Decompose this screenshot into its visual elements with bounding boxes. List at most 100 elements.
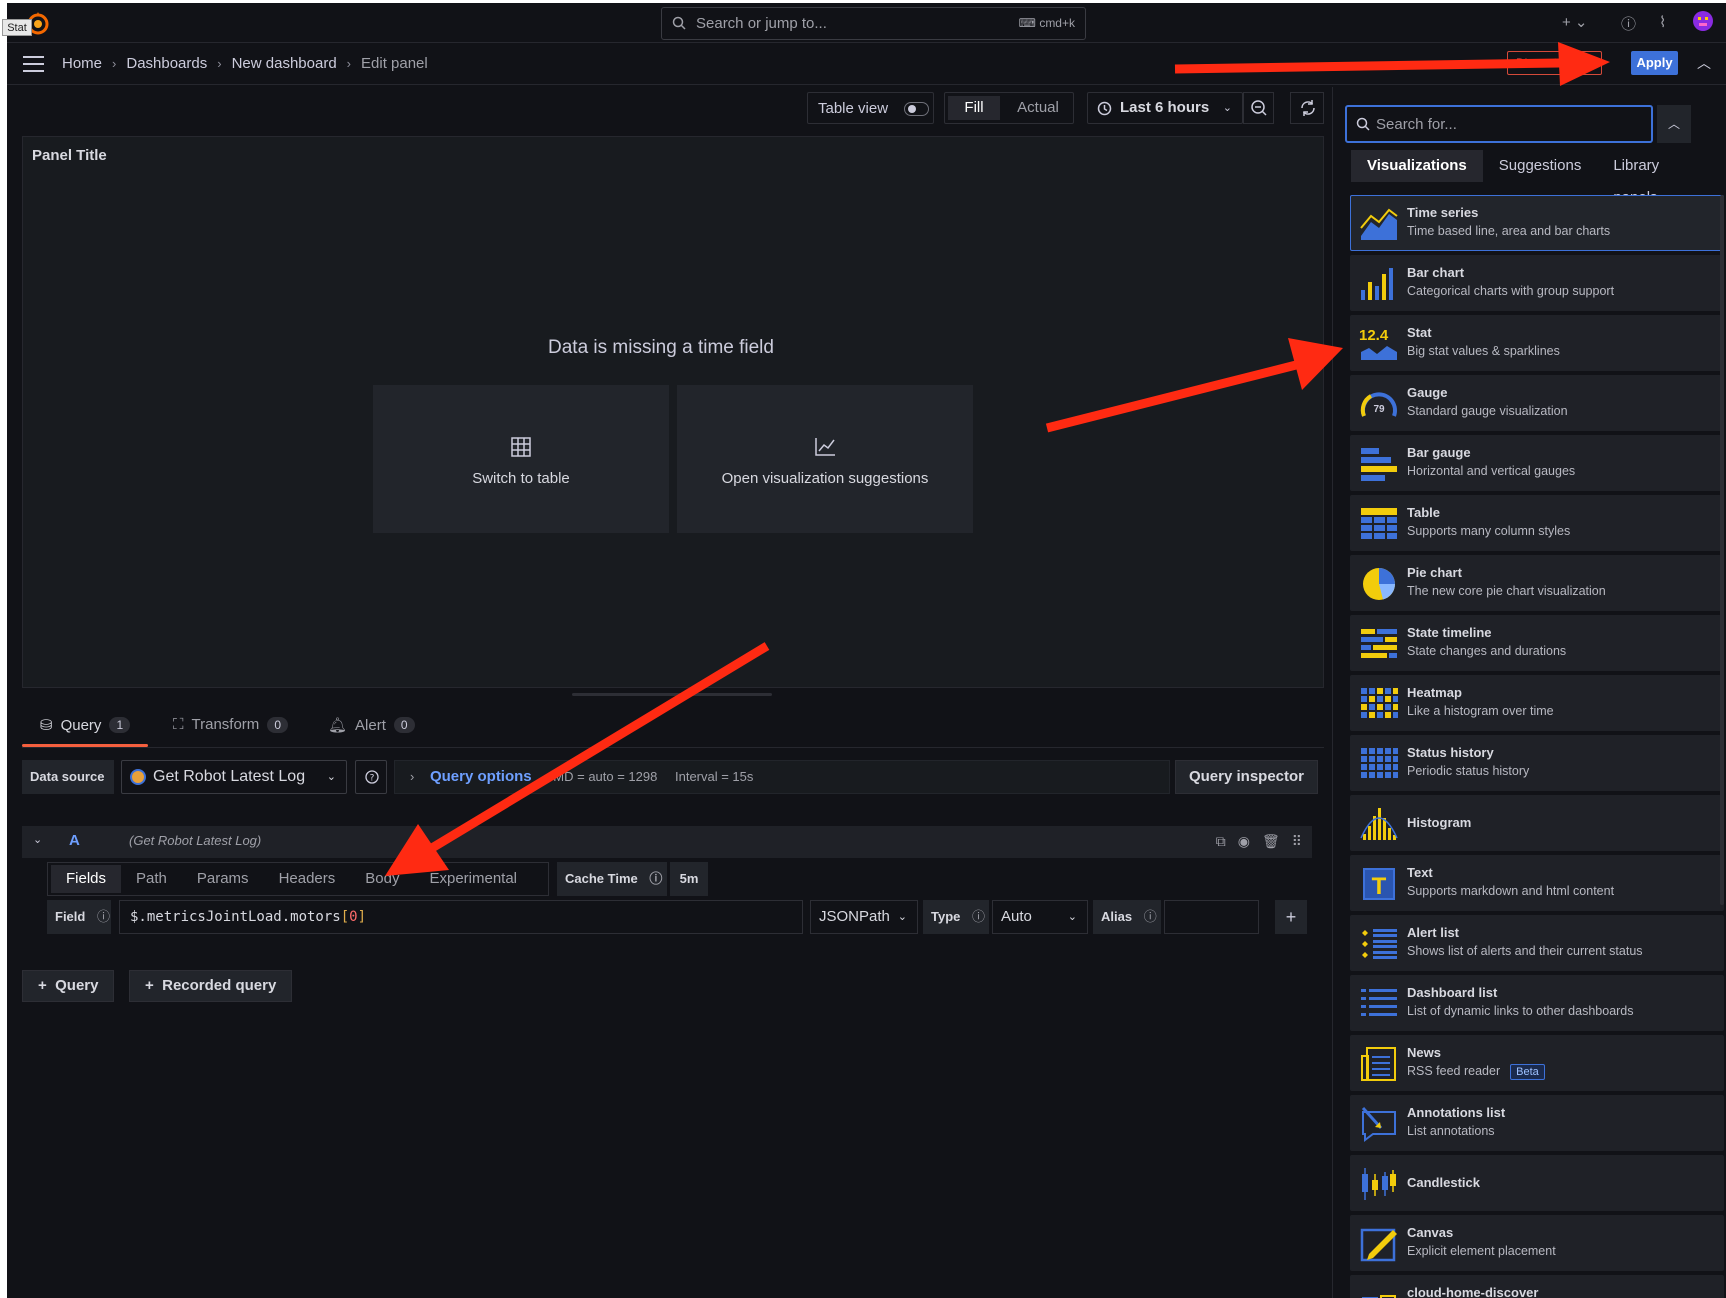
add-field-button[interactable]: +: [1275, 900, 1307, 934]
query-inspector-button[interactable]: Query inspector: [1175, 760, 1318, 794]
viz-item-news[interactable]: News RSS feed reader Beta: [1350, 1035, 1724, 1091]
zoom-out-icon: [1251, 100, 1267, 116]
news-feed-icon[interactable]: ⌇: [1659, 13, 1666, 31]
datasource-help-button[interactable]: ?: [355, 760, 387, 794]
breadcrumb-new-dashboard[interactable]: New dashboard: [232, 55, 337, 72]
subtab-path[interactable]: Path: [121, 865, 182, 893]
viz-item-pie-chart[interactable]: Pie chart The new core pie chart visuali…: [1350, 555, 1724, 611]
alias-label-text: Alias: [1101, 909, 1133, 924]
query-header[interactable]: ⌄ A (Get Robot Latest Log) ⧉ ◉ 🗑︎ ⠿: [22, 826, 1312, 858]
tab-query[interactable]: ⛁ Query 1: [40, 716, 131, 734]
viz-item-desc: RSS feed reader Beta: [1407, 1064, 1545, 1080]
viz-item-desc: Time based line, area and bar charts: [1407, 224, 1611, 238]
viz-item-status-history[interactable]: Status history Periodic status history: [1350, 735, 1724, 791]
recorded-query-label: Recorded query: [162, 977, 277, 994]
viz-item-stat[interactable]: 12.4 Stat Big stat values & sparklines: [1350, 315, 1724, 371]
viz-item-canvas[interactable]: Canvas Explicit element placement: [1350, 1215, 1724, 1271]
subtab-experimental[interactable]: Experimental: [414, 865, 532, 893]
table-view-toggle[interactable]: Table view: [807, 92, 934, 124]
viz-item-name: Table: [1407, 505, 1440, 520]
help-icon[interactable]: ⓘ: [1621, 13, 1636, 34]
eye-icon[interactable]: ◉: [1238, 833, 1250, 850]
datasource-value: Get Robot Latest Log: [153, 768, 306, 785]
chevron-up-icon[interactable]: ︿: [1697, 53, 1711, 73]
fill-option[interactable]: Fill: [948, 96, 1000, 120]
subtab-fields[interactable]: Fields: [51, 865, 122, 893]
discard-button[interactable]: Discard: [1507, 51, 1602, 75]
subtab-body[interactable]: Body: [350, 865, 414, 893]
query-ref-id[interactable]: A: [69, 832, 80, 849]
viz-item-desc: List of dynamic links to other dashboard…: [1407, 1004, 1634, 1018]
breadcrumb-dashboards[interactable]: Dashboards: [126, 55, 207, 72]
grafana-app: Search or jump to... ⌨ cmd+k + ⌄ ⓘ ⌇ Hom…: [7, 3, 1726, 1298]
chevron-down-icon[interactable]: ⌄: [33, 833, 42, 846]
tab-visualizations[interactable]: Visualizations: [1351, 150, 1483, 182]
cache-time-value[interactable]: 5m: [670, 862, 708, 896]
resize-handle[interactable]: [572, 693, 772, 696]
viz-item-state-timeline[interactable]: State timeline State changes and duratio…: [1350, 615, 1724, 671]
tab-alert[interactable]: 🔔︎ Alert 0: [328, 716, 415, 734]
add-query-button[interactable]: + Query: [22, 970, 115, 1002]
viz-item-time-series[interactable]: Time series Time based line, area and ba…: [1350, 195, 1724, 251]
refresh-button[interactable]: [1290, 92, 1324, 124]
chevron-up-icon[interactable]: ︿: [1657, 105, 1691, 143]
datasource-row: Data source Get Robot Latest Log ⌄ ? › Q…: [22, 760, 1324, 794]
viz-list-scrollbar[interactable]: [1720, 195, 1724, 905]
viz-item-desc: Supports markdown and html content: [1407, 884, 1615, 898]
viz-item-annotations-list[interactable]: Annotations list List annotations: [1350, 1095, 1724, 1151]
pane-splitter[interactable]: [1332, 87, 1333, 1298]
viz-item-gauge[interactable]: 79 Gauge Standard gauge visualization: [1350, 375, 1724, 431]
alias-input[interactable]: [1164, 900, 1259, 934]
datasource-select[interactable]: Get Robot Latest Log ⌄: [121, 760, 347, 794]
zoom-out-button[interactable]: [1243, 92, 1274, 124]
open-suggestions-button[interactable]: Open visualization suggestions: [677, 385, 973, 533]
viz-item-desc: Explicit element placement: [1407, 1244, 1556, 1258]
add-icon[interactable]: + ⌄: [1562, 13, 1588, 31]
viz-item-heatmap[interactable]: Heatmap Like a histogram over time: [1350, 675, 1724, 731]
viz-item-text[interactable]: T Text Supports markdown and html conten…: [1350, 855, 1724, 911]
subtab-params[interactable]: Params: [182, 865, 264, 893]
field-type-select[interactable]: JSONPath ⌄: [810, 900, 918, 934]
viz-search-input[interactable]: Search for...: [1345, 105, 1653, 143]
bell-icon: 🔔︎: [328, 717, 348, 734]
trash-icon[interactable]: 🗑︎: [1262, 833, 1280, 850]
query-options-bar[interactable]: › Query options MD = auto = 1298 Interva…: [394, 760, 1170, 794]
actual-option[interactable]: Actual: [1003, 93, 1073, 123]
viz-item-candlestick[interactable]: Candlestick: [1350, 1155, 1724, 1211]
type-select[interactable]: Auto ⌄: [992, 900, 1088, 934]
tab-suggestions[interactable]: Suggestions: [1483, 150, 1598, 182]
field-input[interactable]: $.metricsJointLoad.motors[0]: [119, 900, 803, 934]
table-icon: [1361, 508, 1397, 539]
apply-button[interactable]: Apply: [1631, 51, 1678, 75]
viz-item-name: Annotations list: [1407, 1105, 1506, 1120]
state-timeline-icon: [1361, 629, 1397, 658]
tab-transform[interactable]: ⛶ Transform 0: [173, 716, 288, 733]
avatar[interactable]: [1693, 11, 1713, 35]
search-shortcut: ⌨ cmd+k: [1018, 16, 1075, 30]
toggle-switch[interactable]: [904, 102, 929, 116]
alert-list-icon: [1362, 929, 1397, 959]
menu-icon[interactable]: [23, 56, 44, 72]
viz-item-bar-gauge[interactable]: Bar gauge Horizontal and vertical gauges: [1350, 435, 1724, 491]
chevron-right-icon: ›: [410, 769, 415, 784]
viz-item-table[interactable]: Table Supports many column styles: [1350, 495, 1724, 551]
subtab-headers[interactable]: Headers: [264, 865, 351, 893]
viz-item-dashboard-list[interactable]: Dashboard list List of dynamic links to …: [1350, 975, 1724, 1031]
switch-to-table-button[interactable]: Switch to table: [373, 385, 669, 533]
plus-icon: +: [145, 977, 154, 994]
breadcrumb-home[interactable]: Home: [62, 55, 102, 72]
viz-item-desc: Big stat values & sparklines: [1407, 344, 1560, 358]
copy-icon[interactable]: ⧉: [1216, 833, 1226, 850]
viz-item-alert-list[interactable]: Alert list Shows list of alerts and thei…: [1350, 915, 1724, 971]
viz-item-name: Text: [1407, 865, 1433, 880]
viz-item-plugin[interactable]: cloud-home-discover: [1350, 1275, 1724, 1298]
viz-item-histogram[interactable]: Histogram: [1350, 795, 1724, 851]
viz-item-bar-chart[interactable]: Bar chart Categorical charts with group …: [1350, 255, 1724, 311]
add-recorded-query-button[interactable]: + Recorded query: [129, 970, 293, 1002]
global-search[interactable]: Search or jump to... ⌨ cmd+k: [661, 7, 1086, 40]
viz-item-desc: Standard gauge visualization: [1407, 404, 1568, 418]
time-range-picker[interactable]: Last 6 hours ⌄: [1087, 92, 1243, 124]
drag-handle-icon[interactable]: ⠿: [1292, 833, 1302, 850]
viz-item-name: Candlestick: [1407, 1175, 1480, 1190]
tab-library-panels[interactable]: Library panels: [1597, 150, 1723, 206]
